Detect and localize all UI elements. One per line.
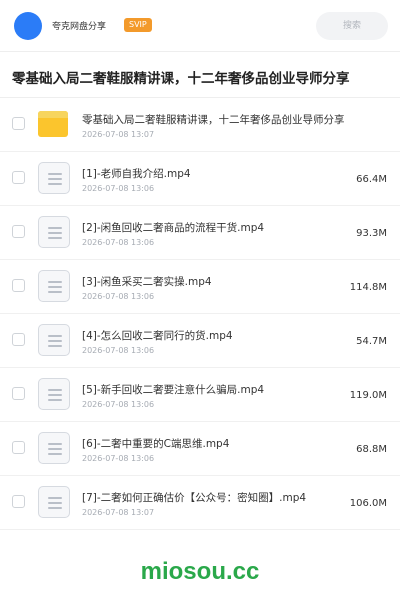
file-date: 2026-07-08 13:06: [82, 346, 155, 355]
list-item[interactable]: [5]-新手回收二奢要注意什么骗局.mp4 2026-07-08 13:06 1…: [0, 368, 400, 422]
file-size: 114.8M: [349, 282, 387, 293]
file-name: [6]-二奢中重要的C端思维.mp4: [82, 438, 230, 450]
file-name: [5]-新手回收二奢要注意什么骗局.mp4: [82, 384, 265, 396]
file-date: 2026-07-08 13:07: [82, 508, 155, 517]
file-date: 2026-07-08 13:06: [82, 400, 155, 409]
list-item[interactable]: [7]-二奢如何正确估价【公众号：密知圈】.mp4 2026-07-08 13:…: [0, 476, 400, 530]
file-name: [7]-二奢如何正确估价【公众号：密知圈】.mp4: [82, 492, 307, 504]
list-item[interactable]: [6]-二奢中重要的C端思维.mp4 2026-07-08 13:06 68.8…: [0, 422, 400, 476]
file-date: 2026-07-08 13:06: [82, 292, 155, 301]
file-size: 66.4M: [356, 174, 387, 185]
title-bar: 零基础入局二奢鞋服精讲课，十二年奢侈品创业导师分享: [0, 52, 400, 98]
avatar[interactable]: [14, 12, 42, 40]
video-file-icon: [38, 162, 70, 194]
list-item[interactable]: [3]-闲鱼采买二奢实操.mp4 2026-07-08 13:06 114.8M: [0, 260, 400, 314]
checkbox[interactable]: [12, 441, 25, 454]
video-file-icon: [38, 216, 70, 248]
file-size: 54.7M: [356, 336, 387, 347]
file-date: 2026-07-08 13:07: [82, 130, 155, 139]
file-size: 106.0M: [349, 498, 387, 509]
file-date: 2026-07-08 13:06: [82, 184, 155, 193]
checkbox[interactable]: [12, 495, 25, 508]
list-item[interactable]: [1]-老师自我介绍.mp4 2026-07-08 13:06 66.4M: [0, 152, 400, 206]
checkbox[interactable]: [12, 333, 25, 346]
list-item[interactable]: [2]-闲鱼回收二奢商品的流程干货.mp4 2026-07-08 13:06 9…: [0, 206, 400, 260]
file-name: [4]-怎么回收二奢同行的货.mp4: [82, 330, 233, 342]
video-file-icon: [38, 432, 70, 464]
search-button[interactable]: 搜索: [316, 12, 388, 40]
checkbox[interactable]: [12, 225, 25, 238]
video-file-icon: [38, 378, 70, 410]
watermark: miosou.cc: [140, 558, 260, 585]
file-size: 93.3M: [356, 228, 387, 239]
folder-icon: [38, 108, 70, 140]
file-name: 零基础入局二奢鞋服精讲课，十二年奢侈品创业导师分享: [82, 114, 345, 126]
file-size: 119.0M: [349, 390, 387, 401]
app-header: 夸克网盘分享 SVIP 搜索: [0, 0, 400, 52]
list-item-folder[interactable]: 零基础入局二奢鞋服精讲课，十二年奢侈品创业导师分享 2026-07-08 13:…: [0, 98, 400, 152]
checkbox[interactable]: [12, 117, 25, 130]
file-name: [3]-闲鱼采买二奢实操.mp4: [82, 276, 212, 288]
file-name: [2]-闲鱼回收二奢商品的流程干货.mp4: [82, 222, 265, 234]
svip-badge: SVIP: [124, 18, 152, 32]
checkbox[interactable]: [12, 387, 25, 400]
video-file-icon: [38, 486, 70, 518]
file-date: 2026-07-08 13:06: [82, 238, 155, 247]
file-date: 2026-07-08 13:06: [82, 454, 155, 463]
file-list: 零基础入局二奢鞋服精讲课，十二年奢侈品创业导师分享 2026-07-08 13:…: [0, 98, 400, 530]
video-file-icon: [38, 270, 70, 302]
file-size: 68.8M: [356, 444, 387, 455]
video-file-icon: [38, 324, 70, 356]
page-title: 零基础入局二奢鞋服精讲课，十二年奢侈品创业导师分享: [12, 71, 350, 87]
file-name: [1]-老师自我介绍.mp4: [82, 168, 191, 180]
checkbox[interactable]: [12, 171, 25, 184]
sharer-name: 夸克网盘分享: [52, 22, 107, 32]
list-item[interactable]: [4]-怎么回收二奢同行的货.mp4 2026-07-08 13:06 54.7…: [0, 314, 400, 368]
checkbox[interactable]: [12, 279, 25, 292]
